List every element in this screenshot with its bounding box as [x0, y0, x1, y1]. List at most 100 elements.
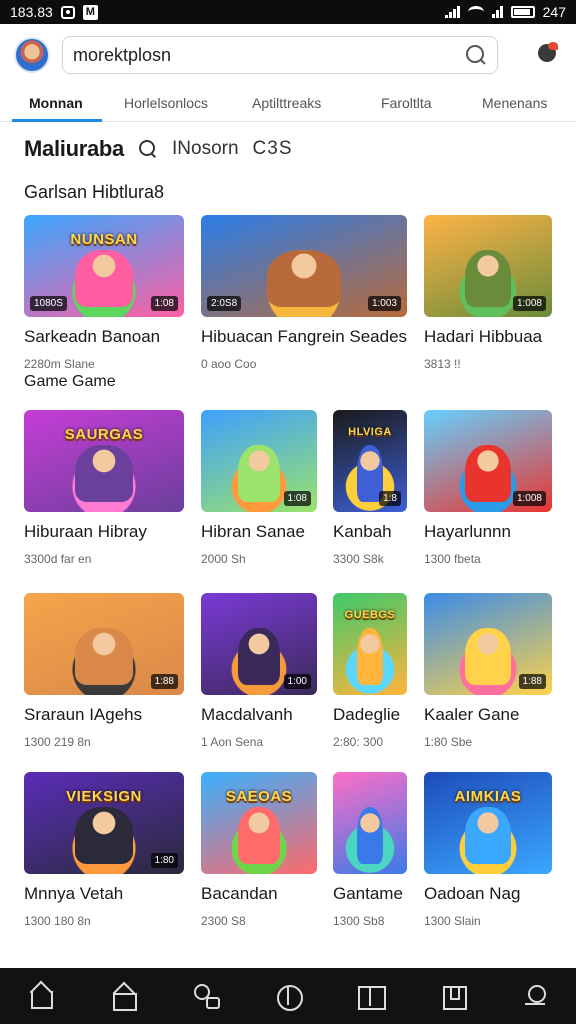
avatar[interactable]	[14, 37, 50, 73]
search-icon[interactable]	[465, 44, 487, 66]
game-thumbnail[interactable]: SAEOAS	[201, 772, 317, 874]
game-title[interactable]: Gantame	[333, 884, 403, 904]
duration-badge: 1:88	[150, 674, 178, 689]
game-title[interactable]: Mnnya Vetah	[24, 884, 123, 904]
thumbnail-label: 2:0S8	[207, 296, 242, 311]
tab-horlelsonlocs[interactable]: Horlelsonlocs	[124, 95, 208, 111]
wifi-icon	[467, 6, 484, 18]
search-icon[interactable]	[193, 983, 220, 1009]
section-title: Maliuraba	[24, 136, 124, 161]
bookmark-icon[interactable]	[440, 983, 467, 1010]
game-character	[464, 806, 512, 864]
status-bar: 183.83 M 247	[0, 0, 576, 24]
game-character	[266, 249, 342, 307]
section-search-icon[interactable]	[138, 139, 158, 159]
game-character	[356, 627, 384, 685]
game-thumbnail[interactable]: AIMKIAS	[424, 772, 552, 874]
thumbnail-title: NUNSAN	[70, 231, 138, 249]
game-meta: 2280m Slane	[24, 357, 95, 371]
mail-notification-icon: M	[82, 4, 98, 20]
game-title[interactable]: Kaaler Gane	[424, 705, 519, 725]
game-character	[464, 249, 512, 307]
game-title[interactable]: Dadeglie	[333, 705, 400, 725]
game-character	[356, 806, 384, 864]
tab-aptilttreaks[interactable]: Aptilttreaks	[252, 95, 321, 111]
book-icon[interactable]	[357, 983, 387, 1010]
home-icon[interactable]	[28, 983, 54, 1009]
tab-faroltlta[interactable]: Faroltlta	[381, 95, 432, 111]
house-icon[interactable]	[110, 983, 138, 1011]
game-meta: 3813 !!	[424, 357, 461, 371]
game-title[interactable]: Macdalvanh	[201, 705, 293, 725]
game-thumbnail[interactable]: 1:003 2:0S8	[201, 215, 407, 317]
game-character	[75, 627, 133, 685]
game-meta: 1:80 Sbe	[424, 735, 473, 749]
compass-icon[interactable]	[275, 983, 303, 1011]
battery-icon	[510, 6, 535, 18]
search-input[interactable]: morektplosn	[62, 36, 498, 74]
game-meta: 1300 219 8n	[24, 735, 91, 749]
subheading: Garlsan Hibtlura8	[24, 182, 165, 202]
game-title[interactable]: Hibuacan Fangrein Seades	[201, 327, 407, 347]
duration-badge: 1:80	[150, 853, 178, 868]
section-badge[interactable]: C3S	[253, 138, 293, 160]
thumbnail-label: 1080S	[30, 296, 67, 311]
game-title[interactable]: Bacandan	[201, 884, 278, 904]
game-character	[464, 627, 512, 685]
game-meta: 1 Aon Sena	[201, 735, 264, 749]
tab-monnan[interactable]: Monnan	[29, 95, 83, 111]
section-filter[interactable]: INosorn	[172, 138, 239, 160]
thumbnail-title: GUEBGS	[344, 609, 396, 622]
game-category: Game Game	[24, 373, 116, 390]
game-title[interactable]: Hayarlunnn	[424, 522, 511, 542]
battery-text: 247	[542, 4, 566, 20]
game-thumbnail[interactable]: SAURGAS	[24, 410, 184, 512]
mascot-icon[interactable]	[534, 40, 562, 70]
duration-badge: 1:08	[283, 491, 311, 506]
status-time: 183.83	[10, 4, 53, 20]
game-thumbnail[interactable]: 1:88	[424, 593, 552, 695]
game-character	[238, 806, 280, 864]
game-title[interactable]: Hadari Hibbuaa	[424, 327, 542, 347]
game-character	[464, 444, 512, 502]
game-thumbnail[interactable]: 1:008	[424, 215, 552, 317]
section-header: Maliuraba INosorn C3S	[24, 136, 293, 162]
search-value[interactable]: morektplosn	[73, 45, 465, 66]
thumbnail-title: HLVIGA	[348, 426, 392, 439]
thumbnail-title: VIEKSIGN	[66, 788, 142, 806]
game-thumbnail[interactable]: HLVIGA 1:8	[333, 410, 407, 512]
game-meta: 1300 Sb8	[333, 914, 385, 928]
tab-menenans[interactable]: Menenans	[482, 95, 547, 111]
game-thumbnail[interactable]: NUNSAN 1:08 1080S	[24, 215, 184, 317]
game-meta: 1300 180 8n	[24, 914, 91, 928]
game-thumbnail[interactable]: 1:008	[424, 410, 552, 512]
game-thumbnail[interactable]	[333, 772, 407, 874]
game-meta: 3300 S8k	[333, 552, 384, 566]
game-thumbnail[interactable]: GUEBGS	[333, 593, 407, 695]
game-thumbnail[interactable]: 1:88	[24, 593, 184, 695]
game-meta: 1300 fbeta	[424, 552, 481, 566]
game-title[interactable]: Hibran Sanae	[201, 522, 305, 542]
game-title[interactable]: Hiburaan Hibray	[24, 522, 147, 542]
game-character	[238, 444, 280, 502]
thumbnail-title: SAURGAS	[64, 426, 144, 444]
game-meta: 2300 S8	[201, 914, 246, 928]
game-thumbnail[interactable]: 1:00	[201, 593, 317, 695]
game-title[interactable]: Oadoan Nag	[424, 884, 520, 904]
game-title[interactable]: Kanbah	[333, 522, 392, 542]
game-thumbnail[interactable]: VIEKSIGN 1:80	[24, 772, 184, 874]
profile-icon[interactable]	[522, 983, 548, 1009]
game-title[interactable]: Sraraun IAgehs	[24, 705, 142, 725]
active-tab-indicator	[12, 119, 102, 122]
cell-signal-icon	[491, 6, 503, 18]
camera-notification-icon	[60, 5, 75, 19]
tab-bar: Monnan Horlelsonlocs Aptilttreaks Farolt…	[0, 86, 576, 122]
game-meta: 0 aoo Coo	[201, 357, 257, 371]
game-meta: 3300d far en	[24, 552, 92, 566]
duration-badge: 1:00	[283, 674, 311, 689]
game-meta: 2:80: 300	[333, 735, 384, 749]
game-character	[75, 806, 133, 864]
game-thumbnail[interactable]: 1:08	[201, 410, 317, 512]
duration-badge: 1:008	[512, 296, 546, 311]
game-title[interactable]: Sarkeadn Banoan	[24, 327, 160, 347]
